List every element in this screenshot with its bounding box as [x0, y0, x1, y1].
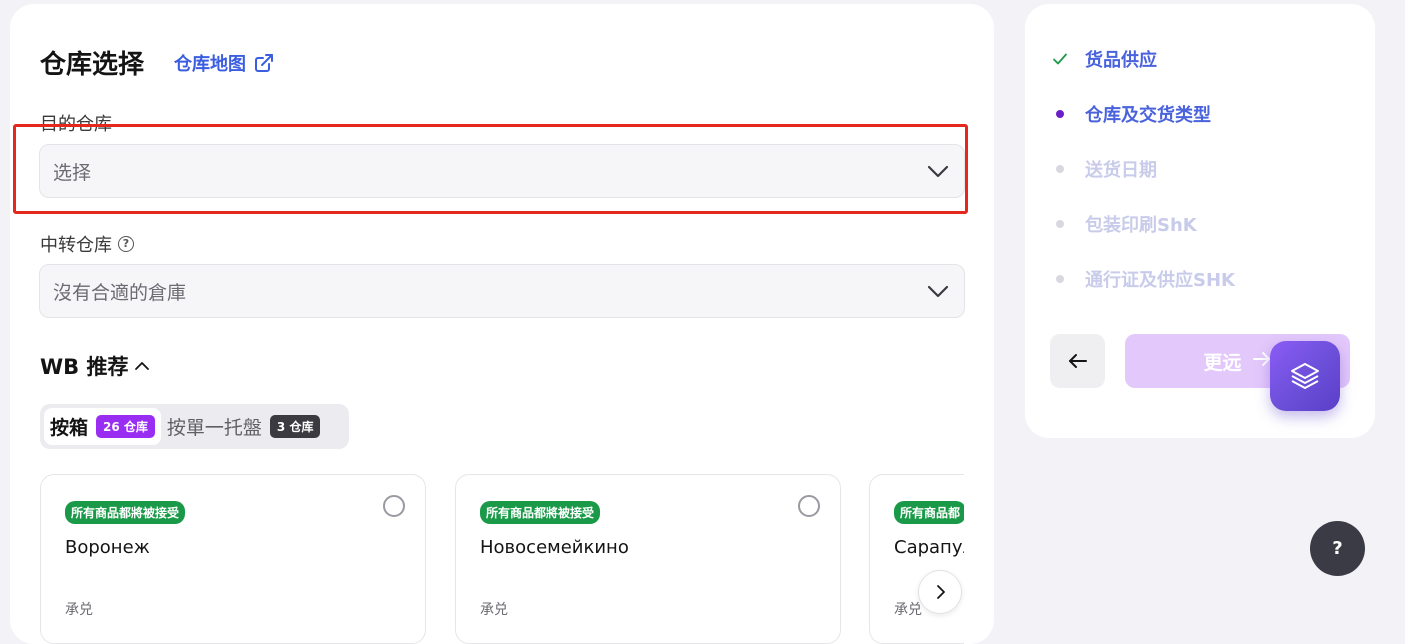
tab-pallet[interactable]: 按單一托盤 3 仓库 [161, 408, 327, 445]
pending-step-dot-icon [1051, 220, 1069, 228]
transit-warehouse-label-text: 中转仓库 [40, 235, 112, 256]
chevron-down-icon [927, 285, 949, 298]
warehouse-card[interactable]: 所有商品都將被接受 Новосемейкино 承兑 [455, 474, 841, 644]
back-button[interactable] [1050, 334, 1105, 388]
warehouse-radio[interactable] [383, 495, 405, 517]
transit-warehouse-value: 沒有合適的倉庫 [53, 281, 187, 304]
step-label: 仓库及交货类型 [1085, 105, 1211, 126]
chevron-down-icon [927, 165, 949, 178]
check-icon [1051, 51, 1069, 67]
step-warehouse[interactable]: 仓库及交货类型 [1051, 101, 1211, 127]
all-goods-accepted-badge: 所有商品都 [894, 501, 964, 524]
next-button-label: 更远 [1203, 351, 1242, 374]
layers-icon [1291, 363, 1319, 389]
acceptance-label: 承兑 [480, 602, 508, 618]
warehouse-map-link-label: 仓库地图 [174, 53, 247, 75]
all-goods-accepted-badge: 所有商品都將被接受 [480, 501, 601, 524]
warehouse-name: Воронеж [65, 537, 150, 558]
warehouse-selection-panel: 仓库选择 仓库地图 目的仓库 选择 中转仓库 ? 沒有合適的倉庫 WB 推荐 按… [10, 4, 994, 644]
transit-warehouse-label: 中转仓库 ? [40, 231, 134, 257]
step-pass: 通行证及供应SHK [1051, 266, 1235, 292]
warehouse-card[interactable]: 所有商品都 Сарапул 承兑 [869, 474, 964, 644]
tab-box-label: 按箱 [50, 417, 89, 439]
layers-button[interactable] [1270, 341, 1340, 411]
tab-box-count-badge: 26 仓库 [96, 415, 155, 438]
warehouse-card[interactable]: 所有商品都將被接受 Воронеж 承兑 [40, 474, 426, 644]
destination-warehouse-label-text: 目的仓库 [40, 114, 112, 135]
step-label: 送货日期 [1085, 160, 1157, 181]
warehouse-name: Сарапул [894, 537, 964, 558]
external-link-icon [255, 53, 274, 72]
arrow-right-icon [1252, 349, 1272, 374]
step-supply[interactable]: 货品供应 [1051, 46, 1157, 72]
step-packaging: 包装印刷ShK [1051, 211, 1197, 237]
help-button[interactable]: ? [1310, 521, 1365, 576]
step-label: 货品供应 [1085, 50, 1157, 71]
pending-step-dot-icon [1051, 165, 1069, 173]
acceptance-label: 承兑 [894, 602, 922, 618]
warehouse-map-link[interactable]: 仓库地图 [174, 50, 274, 76]
header: 仓库选择 仓库地图 [40, 44, 274, 81]
pending-step-dot-icon [1051, 275, 1069, 283]
acceptance-label: 承兑 [65, 602, 93, 618]
tab-box[interactable]: 按箱 26 仓库 [44, 408, 161, 445]
tab-pallet-label: 按單一托盤 [166, 417, 262, 439]
warehouse-name: Новосемейкино [480, 537, 629, 558]
chevron-up-icon [135, 362, 150, 370]
destination-warehouse-select[interactable]: 选择 [39, 144, 965, 198]
warehouse-radio[interactable] [798, 495, 820, 517]
step-date: 送货日期 [1051, 156, 1157, 182]
warehouse-cards: 所有商品都將被接受 Воронеж 承兑 所有商品都將被接受 Новосемей… [40, 474, 964, 644]
cards-next-button[interactable] [918, 570, 962, 614]
step-label: 通行证及供应SHK [1085, 270, 1235, 291]
transit-warehouse-select[interactable]: 沒有合適的倉庫 [39, 264, 965, 318]
destination-warehouse-placeholder: 选择 [53, 161, 92, 184]
step-label: 包装印刷ShK [1085, 215, 1197, 236]
chevron-right-icon [937, 585, 945, 599]
wb-recommend-title: WB 推荐 [40, 355, 129, 379]
current-step-dot-icon [1051, 110, 1069, 118]
destination-warehouse-label: 目的仓库 [40, 110, 112, 136]
help-icon[interactable]: ? [118, 236, 134, 252]
wb-recommend-toggle[interactable]: WB 推荐 [40, 351, 150, 381]
tab-pallet-count-badge: 3 仓库 [269, 415, 321, 438]
page-title: 仓库选择 [40, 50, 145, 80]
packaging-tabs: 按箱 26 仓库 按單一托盤 3 仓库 [40, 404, 349, 449]
arrow-left-icon [1068, 354, 1087, 368]
all-goods-accepted-badge: 所有商品都將被接受 [65, 501, 186, 524]
